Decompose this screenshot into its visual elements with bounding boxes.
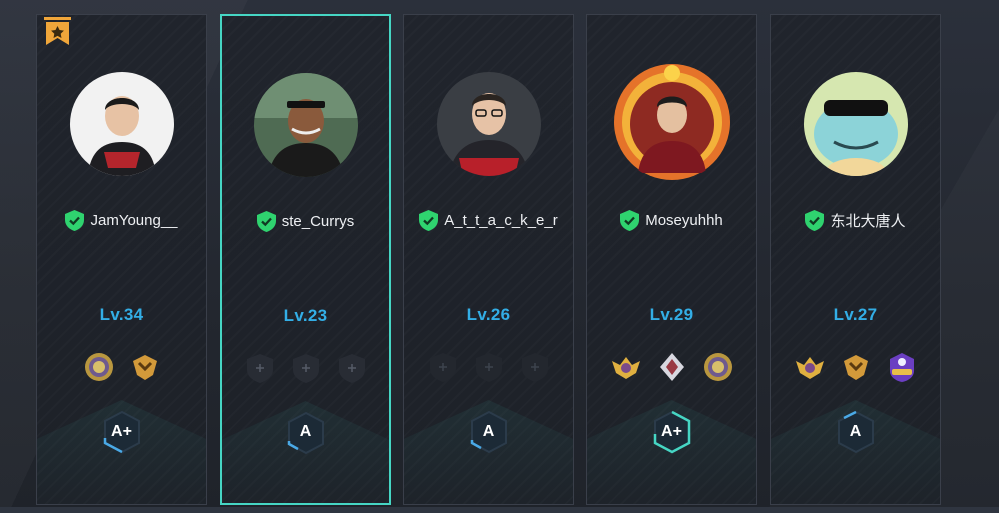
player-level: Lv.34 (99, 305, 144, 324)
avatar[interactable] (613, 63, 731, 181)
player-name: Moseyuhhh (645, 212, 723, 229)
avatar[interactable] (803, 72, 908, 176)
plus-icon[interactable] (290, 352, 322, 384)
rank-grade: A+ (111, 423, 132, 440)
player-name: 东北大唐人 (830, 213, 906, 230)
rank-grade: A (482, 423, 495, 440)
player-card-4[interactable]: Moseyuhhh Lv.29 A+ (586, 14, 757, 505)
green-shield-check-icon (620, 210, 640, 231)
player-card-2[interactable]: ste_Currys Lv.23 A (220, 14, 391, 505)
bottom-bar (0, 507, 999, 513)
plus-icon[interactable] (336, 352, 368, 384)
player-name-row: Moseyuhhh (587, 210, 756, 231)
gold-wing-badge[interactable] (794, 351, 826, 383)
green-shield-check-icon (256, 211, 276, 232)
green-shield-check-icon (65, 210, 85, 231)
plus-icon[interactable] (519, 351, 551, 383)
wing-chevron-badge[interactable] (840, 351, 872, 383)
plus-icon[interactable] (473, 351, 505, 383)
star-bookmark-icon[interactable] (44, 17, 71, 47)
green-shield-check-icon (805, 210, 825, 231)
badge-row (587, 351, 756, 383)
avatar[interactable] (436, 72, 541, 176)
rank-grade: A (299, 423, 312, 440)
badge-row (771, 351, 940, 383)
player-name-row: ste_Currys (222, 211, 389, 232)
gold-disc-badge[interactable] (702, 351, 734, 383)
green-shield-check-icon (419, 210, 439, 231)
player-name: ste_Currys (281, 213, 355, 230)
player-level: Lv.26 (466, 305, 511, 324)
rank-grade: A+ (661, 423, 682, 440)
player-card-3[interactable]: A_t_t_a_c_k_e_r Lv.26 A (403, 14, 574, 505)
player-level: Lv.29 (649, 305, 694, 324)
badge-row (37, 351, 206, 383)
purple-crest-badge[interactable] (886, 351, 918, 383)
gold-disc-badge[interactable] (83, 351, 115, 383)
avatar[interactable] (69, 72, 174, 176)
player-card-5[interactable]: 东北大唐人 Lv.27 A (770, 14, 941, 505)
plus-icon[interactable] (427, 351, 459, 383)
player-level: Lv.23 (283, 306, 328, 325)
player-name: JamYoung__ (90, 212, 178, 229)
player-level: Lv.27 (833, 305, 878, 324)
gold-wing-badge[interactable] (610, 351, 642, 383)
wing-chevron-badge[interactable] (129, 351, 161, 383)
rank-grade: A (849, 423, 862, 440)
player-card-1[interactable]: JamYoung__ Lv.34 A+ (36, 14, 207, 505)
badge-row (404, 351, 573, 383)
player-cards: JamYoung__ Lv.34 A+ ste_Currys Lv.23 A A… (0, 0, 999, 513)
player-name-row: A_t_t_a_c_k_e_r (404, 210, 573, 231)
player-name: A_t_t_a_c_k_e_r (444, 212, 558, 229)
badge-row (222, 352, 389, 384)
avatar[interactable] (253, 73, 358, 177)
player-name-row: JamYoung__ (37, 210, 206, 231)
silver-diamond-badge[interactable] (656, 351, 688, 383)
player-name-row: 东北大唐人 (771, 210, 940, 231)
plus-icon[interactable] (244, 352, 276, 384)
